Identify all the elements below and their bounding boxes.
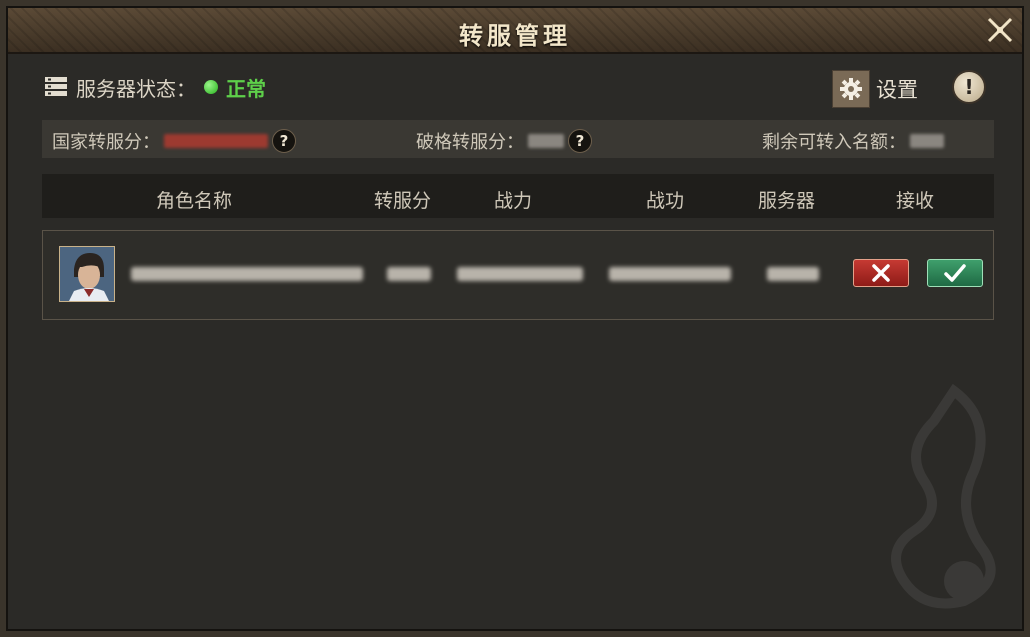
server-status-label: 服务器状态： — [76, 76, 196, 101]
gear-icon-box — [832, 70, 870, 108]
national-transfer-score-label: 国家转服分： — [52, 132, 160, 153]
character-portrait-icon — [60, 247, 114, 301]
role-name-redacted — [131, 267, 363, 281]
transfer-management-window: 转服管理 服务器状态： 正常 设置 ! 国家转服分： ? 破格转服分： ? 剩余… — [0, 0, 1030, 637]
accept-icon — [944, 264, 966, 282]
reject-button[interactable] — [853, 259, 909, 287]
server-status-value: 正常 — [226, 76, 266, 101]
column-header-receive: 接收 — [896, 190, 935, 212]
national-transfer-score: 国家转服分： ? — [52, 128, 296, 154]
info-button[interactable]: ! — [952, 70, 986, 104]
server-icon — [45, 77, 67, 96]
accept-button[interactable] — [927, 259, 983, 287]
national-transfer-score-value-redacted — [164, 134, 268, 148]
settings-button[interactable]: 设置 — [832, 70, 918, 108]
avatar — [59, 246, 115, 302]
column-header-merit: 战功 — [646, 190, 685, 212]
reject-icon — [872, 264, 890, 282]
close-icon — [987, 17, 1013, 43]
remaining-quota-label: 剩余可转入名额： — [762, 132, 906, 153]
remaining-quota-value-redacted — [910, 134, 944, 148]
special-transfer-score: 破格转服分： ? — [416, 128, 592, 154]
window-title: 转服管理 — [459, 22, 571, 50]
quota-bar: 国家转服分： ? 破格转服分： ? 剩余可转入名额： — [42, 120, 994, 158]
power-redacted — [457, 267, 583, 281]
server-status: 服务器状态： 正常 — [44, 72, 266, 102]
gear-icon — [840, 78, 862, 100]
column-header-power: 战力 — [494, 190, 533, 212]
close-button[interactable] — [984, 14, 1016, 46]
column-header-transfer-score: 转服分 — [374, 190, 432, 212]
exclamation-icon: ! — [964, 75, 974, 99]
special-transfer-score-value-redacted — [528, 134, 564, 148]
settings-label: 设置 — [876, 78, 918, 102]
dragon-watermark-icon — [891, 383, 996, 609]
transfer-score-redacted — [387, 267, 431, 281]
title-bar: 转服管理 — [8, 8, 1022, 54]
column-header-server: 服务器 — [758, 190, 816, 212]
merit-redacted — [609, 267, 731, 281]
table-header: 角色名称 转服分 战力 战功 服务器 接收 — [42, 174, 994, 218]
help-icon[interactable]: ? — [568, 129, 592, 153]
table-row — [42, 230, 994, 320]
column-header-role-name: 角色名称 — [156, 190, 233, 212]
server-redacted — [767, 267, 819, 281]
remaining-quota: 剩余可转入名额： — [762, 128, 944, 154]
help-icon[interactable]: ? — [272, 129, 296, 153]
status-dot-icon — [204, 80, 218, 94]
special-transfer-score-label: 破格转服分： — [416, 132, 524, 153]
